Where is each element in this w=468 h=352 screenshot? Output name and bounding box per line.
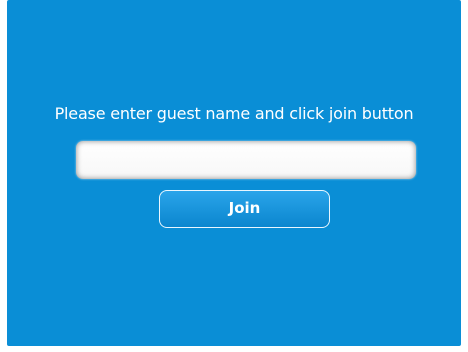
join-button[interactable]: Join — [159, 190, 330, 228]
guest-name-input[interactable] — [76, 141, 416, 179]
guest-join-panel: Please enter guest name and click join b… — [7, 0, 461, 346]
guest-prompt-text: Please enter guest name and click join b… — [54, 104, 414, 123]
